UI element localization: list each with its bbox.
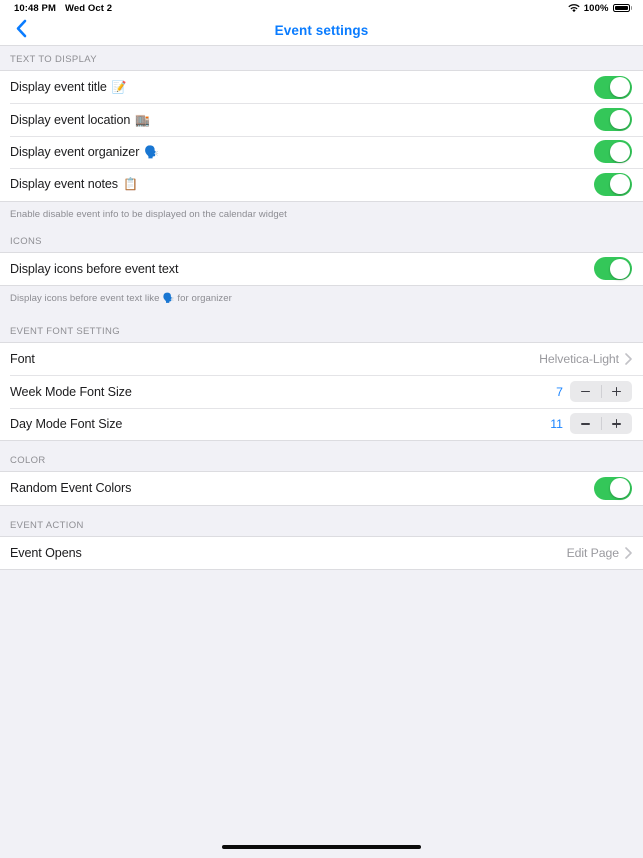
row-label: Event Opens	[10, 546, 82, 560]
minus-icon	[581, 390, 590, 393]
row-week-mode-font-size[interactable]: Week Mode Font Size 7	[0, 375, 643, 408]
navigation-bar: Event settings	[0, 16, 643, 46]
page-title: Event settings	[274, 23, 369, 38]
display-event-location-label: Display event location	[10, 112, 131, 127]
week-mode-font-size-increment-button[interactable]	[601, 381, 632, 402]
row-label: Random Event Colors	[10, 481, 131, 495]
group-text-to-display: Display event title 📝 Display event loca…	[0, 70, 643, 202]
footer-icons: Display icons before event text like 🗣️ …	[0, 285, 643, 312]
empty-area	[0, 569, 643, 858]
toggle-display-event-location[interactable]	[594, 108, 632, 132]
section-header-event-action: EVENT ACTION	[0, 505, 643, 536]
row-label: Display event location 🏬	[10, 113, 150, 127]
clipboard-emoji: 📋	[123, 177, 138, 192]
battery-full-icon	[612, 4, 632, 12]
toggle-display-icons-before-event-text[interactable]	[594, 257, 632, 281]
display-event-notes-label: Display event notes	[10, 177, 119, 192]
row-display-event-notes[interactable]: Display event notes 📋	[0, 168, 643, 201]
home-indicator-area	[0, 836, 643, 858]
display-event-title-label: Display event title	[10, 80, 107, 95]
event-opens-label: Event Opens	[10, 545, 82, 560]
week-mode-font-size-decrement-button[interactable]	[570, 381, 601, 402]
row-label: Display event notes 📋	[10, 177, 138, 191]
group-color: Random Event Colors	[0, 471, 643, 506]
group-event-font-setting: Font Helvetica-Light Week Mode Font Size…	[0, 341, 643, 442]
toggle-display-event-organizer[interactable]	[594, 140, 632, 164]
back-button[interactable]	[4, 16, 38, 45]
row-event-opens[interactable]: Event Opens Edit Page	[0, 536, 643, 569]
section-header-color: COLOR	[0, 441, 643, 472]
week-mode-font-size-stepper[interactable]	[570, 381, 632, 403]
row-font[interactable]: Font Helvetica-Light	[0, 342, 643, 376]
display-event-organizer-label: Display event organizer	[10, 144, 140, 159]
row-label: Font	[10, 352, 35, 366]
row-display-event-title[interactable]: Display event title 📝	[0, 71, 643, 104]
footer-label-prefix: Display icons before event text like	[10, 292, 160, 304]
section-header-event-font-setting: EVENT FONT SETTING	[0, 311, 643, 342]
plus-icon	[612, 419, 621, 429]
footer-label-suffix: for organizer	[177, 292, 232, 304]
day-mode-font-size-value: 11	[550, 416, 563, 431]
day-mode-font-size-label: Day Mode Font Size	[10, 416, 123, 431]
section-header-text-to-display: TEXT TO DISPLAY	[0, 46, 643, 70]
row-label: Display event title 📝	[10, 80, 127, 94]
font-label: Font	[10, 352, 35, 367]
font-value: Helvetica-Light	[539, 352, 619, 367]
row-label: Display event organizer 🗣️	[10, 145, 159, 159]
status-bar-time: 10:48 PM	[14, 2, 56, 14]
speaking-head-emoji: 🗣️	[144, 144, 160, 159]
chevron-left-icon	[16, 19, 27, 43]
group-icons: Display icons before event text	[0, 251, 643, 286]
row-display-event-organizer[interactable]: Display event organizer 🗣️	[0, 135, 643, 169]
toggle-display-event-title[interactable]	[594, 75, 632, 99]
week-mode-font-size-value: 7	[556, 384, 563, 399]
event-opens-value: Edit Page	[566, 545, 620, 560]
row-label: Day Mode Font Size	[10, 417, 122, 431]
group-event-action: Event Opens Edit Page	[0, 535, 643, 570]
department-store-emoji: 🏬	[135, 112, 151, 127]
battery-percent-label: 100%	[583, 2, 609, 14]
row-display-icons-before-event-text[interactable]: Display icons before event text	[0, 252, 643, 285]
chevron-right-icon	[625, 546, 632, 559]
row-display-event-location[interactable]: Display event location 🏬	[0, 103, 643, 136]
memo-emoji: 📝	[111, 80, 127, 95]
row-label: Week Mode Font Size	[10, 385, 132, 399]
chevron-right-icon	[625, 353, 632, 365]
home-indicator[interactable]	[222, 844, 421, 850]
toggle-display-event-notes[interactable]	[594, 172, 632, 196]
minus-icon	[581, 423, 590, 425]
day-mode-font-size-increment-button[interactable]	[601, 413, 632, 434]
day-mode-font-size-stepper[interactable]	[570, 413, 632, 435]
speaking-head-emoji: 🗣️	[162, 292, 175, 304]
plus-icon	[612, 387, 621, 397]
day-mode-font-size-decrement-button[interactable]	[570, 413, 601, 434]
row-label: Display icons before event text	[10, 261, 179, 276]
footer-label: Enable disable event info to be displaye…	[10, 208, 287, 220]
row-day-mode-font-size[interactable]: Day Mode Font Size 11	[0, 407, 643, 441]
section-header-icons: ICONS	[0, 227, 643, 252]
wifi-icon	[568, 3, 580, 13]
footer-text-to-display: Enable disable event info to be displaye…	[0, 201, 643, 228]
row-random-event-colors[interactable]: Random Event Colors	[0, 472, 643, 505]
display-icons-before-event-text-label: Display icons before event text	[10, 261, 179, 276]
random-event-colors-label: Random Event Colors	[10, 481, 132, 496]
status-bar: 10:48 PM Wed Oct 2 100%	[0, 0, 643, 16]
ipad-screen: 10:48 PM Wed Oct 2 100% Event settings T…	[0, 0, 643, 858]
status-bar-date: Wed Oct 2	[65, 2, 113, 14]
week-mode-font-size-label: Week Mode Font Size	[10, 384, 132, 399]
toggle-random-event-colors[interactable]	[594, 476, 632, 500]
